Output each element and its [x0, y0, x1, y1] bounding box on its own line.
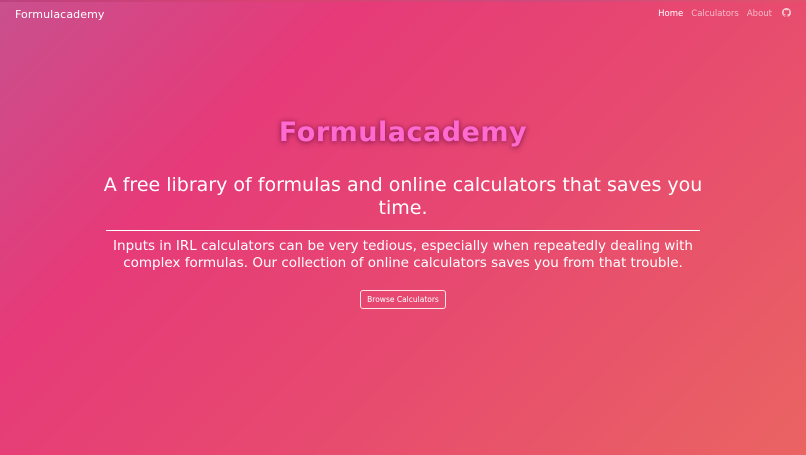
hero-divider — [106, 230, 700, 231]
hero-description: Inputs in IRL calculators can be very te… — [113, 238, 693, 271]
hero-section: Formulacademy A free library of formulas… — [0, 0, 806, 455]
browse-calculators-button[interactable]: Browse Calculators — [360, 290, 446, 309]
hero-title: Formulacademy — [278, 117, 528, 148]
hero-tagline: A free library of formulas and online ca… — [103, 174, 703, 219]
